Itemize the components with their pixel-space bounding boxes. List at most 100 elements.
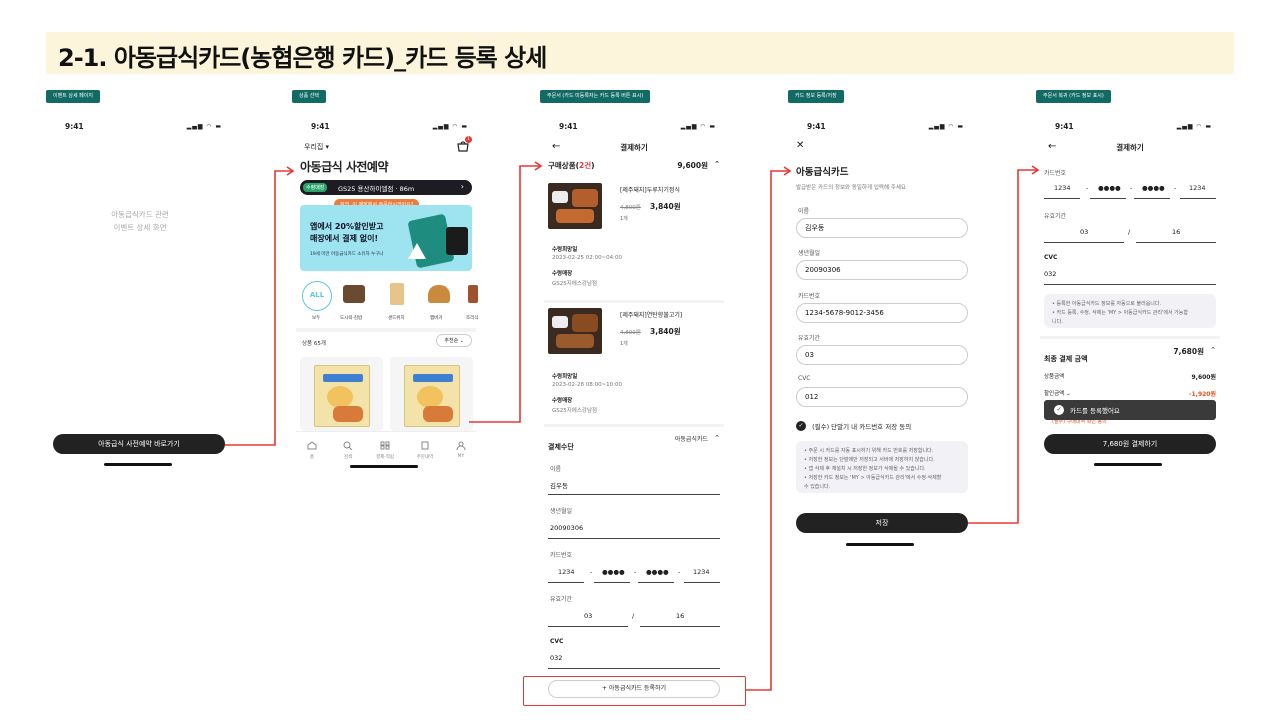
card-number-field[interactable]: 1234-5678-9012-3456 xyxy=(796,303,968,323)
item-qty: 1개 xyxy=(620,341,628,347)
payment-method-row[interactable]: 결제수단 아동급식카드 ⌃ xyxy=(548,434,720,451)
home-indicator xyxy=(104,463,172,466)
item-name: [제주돼지]연탄향불고기] xyxy=(620,312,683,319)
notice-line: • 저장한 정보는 단말에만 저장되고 서버에 저장하지 않습니다. xyxy=(804,457,935,463)
chevron-up-icon: ⌃ xyxy=(1210,346,1216,354)
cvc-field[interactable]: 032 xyxy=(550,654,562,662)
header: ← 결제하기 xyxy=(1048,141,1212,154)
close-icon[interactable]: ✕ xyxy=(796,140,804,151)
screen-tag: 상품 선택 xyxy=(292,90,326,103)
food-image xyxy=(548,308,602,354)
goods-amount-value: 9,600원 xyxy=(1191,374,1217,381)
category-food-icon[interactable] xyxy=(468,285,478,303)
expiry-month-field[interactable]: 03 xyxy=(1080,228,1088,236)
flow-arrow-head xyxy=(783,166,792,176)
highlight-box xyxy=(523,676,746,706)
cvc-field[interactable]: 012 xyxy=(796,387,968,407)
nav-label: MY xyxy=(457,454,465,459)
placeholder-line-2: 이벤트 상세 화면 xyxy=(113,223,167,232)
card-register-heading: 아동급식카드 xyxy=(796,167,849,178)
screen-order-return: 주문서 복귀 (카드 정보 표시) 9:41 ▂▄▆ ◠ ▬ ← 결제하기 카드번… xyxy=(1036,88,1220,468)
notice-line: • 주문 시 카드를 자동 표시하기 위해 카드 번호를 저장합니다. xyxy=(804,448,934,454)
save-button[interactable]: 저장 xyxy=(796,513,968,533)
final-amount-row[interactable]: 최종 결제 금액 7,680원 ⌃ xyxy=(1044,346,1216,363)
cvc-label: CVC xyxy=(798,375,811,382)
location-selector[interactable]: 우리집 ▾ xyxy=(304,142,329,152)
section-title: 구매상품( xyxy=(548,161,580,170)
discount-row[interactable]: 할인금액 ⌄ -1,920원 xyxy=(1044,389,1216,398)
nav-label: 결제·적립 xyxy=(376,455,394,460)
underline xyxy=(1180,198,1216,199)
chevron-up-icon: ⌃ xyxy=(714,160,720,168)
category-burger-icon[interactable] xyxy=(428,285,450,303)
expiry-year-field[interactable]: 16 xyxy=(1172,228,1180,236)
status-time: 9:41 xyxy=(1055,122,1074,131)
section-count: 2건 xyxy=(579,161,592,170)
status-time: 9:41 xyxy=(559,122,578,131)
category-label: 햄버거 xyxy=(430,316,443,321)
onigiri-illustration xyxy=(408,243,426,259)
underline xyxy=(594,582,630,583)
category-sandwich-icon[interactable] xyxy=(390,283,404,305)
nav-home[interactable]: 홈 xyxy=(306,435,318,460)
flow-arrow-3 xyxy=(746,170,789,691)
pay-button[interactable]: 7,680원 결제하기 xyxy=(1044,434,1216,454)
birth-field[interactable]: 20090306 xyxy=(550,524,583,532)
person-icon xyxy=(456,441,466,451)
underline xyxy=(548,582,584,583)
screen-order-sheet: 주문서 (카드 미등록자는 카드 등록 버튼 표시) 9:41 ▂▄▆ ◠ ▬ ←… xyxy=(540,88,724,713)
section-title-close: ) xyxy=(591,161,595,170)
category-label: 보두 xyxy=(312,316,321,321)
status-bar: 9:41 ▂▄▆ ◠ ▬ xyxy=(807,122,966,132)
toast: ✓ 카드를 등록했어요 xyxy=(1044,400,1216,420)
item-date: 2023-02-28 08:00~10:00 xyxy=(552,382,623,388)
preorder-shortcut-button[interactable]: 아동급식 사전예약 바로가기 xyxy=(53,434,225,454)
banner-line-2: 매장에서 결제 없이! xyxy=(310,234,379,243)
screen-event-detail: 이벤트 상세 페이지 9:41 ▂▄▆ ◠ ▬ 아동급식카드 관련 이벤트 상세 … xyxy=(46,88,230,468)
item-date: 2023-02-25 02:00~04:00 xyxy=(552,255,623,261)
search-icon xyxy=(343,441,353,451)
page-title: 2-1. 아동급식카드(농협은행 카드)_카드 등록 상세 xyxy=(58,44,547,72)
card-number-label: 카드번호 xyxy=(798,293,821,300)
nav-search[interactable]: 검색 xyxy=(340,435,356,460)
birth-field[interactable]: 20090306 xyxy=(796,260,968,280)
nav-my[interactable]: MY xyxy=(454,435,468,459)
promo-banner[interactable]: 앱에서 20%할인받고 매장에서 결제 없이! 19세 미만 아동급식카드 소유… xyxy=(300,205,472,271)
category-all[interactable]: ALL xyxy=(302,281,332,311)
screen-tag: 주문서 복귀 (카드 정보 표시) xyxy=(1036,90,1111,103)
agree-checkbox[interactable]: ✓ (필수) 단말기 내 카드번호 저장 동의 xyxy=(796,421,911,433)
sort-dropdown[interactable]: 추천순 ⌄ xyxy=(436,334,472,347)
agree-label: (필수) 단말기 내 카드번호 저장 동의 xyxy=(812,423,912,431)
product-card[interactable] xyxy=(300,357,383,431)
status-time: 9:41 xyxy=(311,122,330,131)
card-number-label: 카드번호 xyxy=(1044,170,1067,177)
store-selector[interactable]: 수령매장 GS25 용산하이엘점 · 86m › xyxy=(300,180,472,195)
card-notice: • 등록한 아동급식카드 정보를 자동으로 불러옵니다. • 카드 등록, 수정… xyxy=(1044,294,1216,328)
category-lunchbox-icon[interactable] xyxy=(343,285,365,303)
card-number-field[interactable]: 1234 - ●●●● - ●●●● - 1234 xyxy=(1044,184,1216,198)
discount-label: 할인금액 ⌄ xyxy=(1044,391,1071,397)
status-time: 9:41 xyxy=(65,122,84,131)
product-card[interactable] xyxy=(390,357,473,431)
card-part: 1234 xyxy=(1054,184,1071,192)
underline xyxy=(640,626,720,627)
cart-icon[interactable]: 1 xyxy=(456,136,472,152)
cvc-label: CVC xyxy=(550,638,564,645)
expiry-month-field[interactable]: 03 xyxy=(584,612,592,620)
cvc-field[interactable]: 032 xyxy=(1044,270,1056,278)
expiry-field[interactable]: 03 xyxy=(796,345,968,365)
item-store-label: 수령매장 xyxy=(552,271,573,277)
screen-tag: 주문서 (카드 미등록자는 카드 등록 버튼 표시) xyxy=(540,90,651,103)
status-bar: 9:41 ▂▄▆ ◠ ▬ xyxy=(559,122,718,132)
cart-badge: 1 xyxy=(465,136,472,143)
name-field[interactable]: 김우동 xyxy=(550,480,568,490)
nav-payment[interactable]: 결제·적립 xyxy=(374,435,396,460)
card-number-field[interactable]: 1234 - ●●●● - ●●●● - 1234 xyxy=(548,568,720,582)
purchase-section-header[interactable]: 구매상품(2건) 9,600원 ⌃ xyxy=(548,160,720,172)
chevron-up-icon: ⌃ xyxy=(714,434,720,442)
expiry-label: 유효기간 xyxy=(798,335,821,342)
notice-line: • 등록한 아동급식카드 정보를 자동으로 불러옵니다. xyxy=(1052,301,1162,307)
expiry-year-field[interactable]: 16 xyxy=(676,612,684,620)
nav-orders[interactable]: 주문내역 xyxy=(414,435,436,460)
name-field[interactable]: 김우동 xyxy=(796,218,968,238)
